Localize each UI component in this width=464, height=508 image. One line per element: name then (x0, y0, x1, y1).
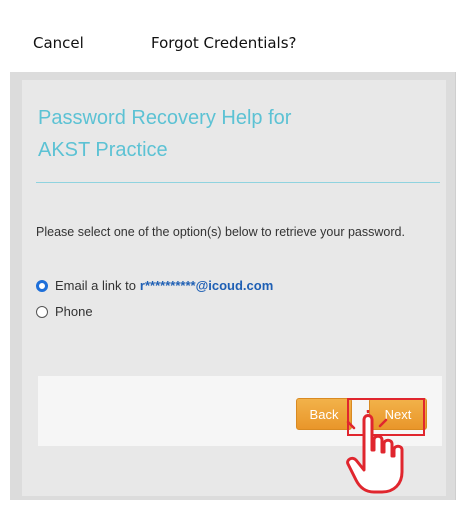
phone-radio[interactable] (36, 305, 48, 318)
tap-hand-icon (346, 410, 404, 494)
instructions-text: Please select one of the option(s) below… (36, 225, 405, 239)
dialog-title: Forgot Credentials? (151, 34, 297, 52)
phone-option-label: Phone (55, 304, 93, 319)
recovery-title-line1: Password Recovery Help for (38, 107, 292, 129)
email-option-label: Email a link to (55, 278, 136, 293)
option-phone[interactable]: Phone (36, 304, 93, 319)
cancel-button[interactable]: Cancel (33, 34, 84, 52)
recovery-title: Password Recovery Help for AKST Practice (38, 102, 398, 166)
option-email[interactable]: Email a link to r**********@icoud.com (36, 278, 273, 293)
dialog-header: Cancel Forgot Credentials? (10, 0, 456, 72)
email-radio[interactable] (36, 279, 48, 292)
title-divider (36, 182, 440, 183)
masked-email: r**********@icoud.com (139, 278, 274, 293)
recovery-title-line2: AKST Practice (38, 139, 168, 161)
